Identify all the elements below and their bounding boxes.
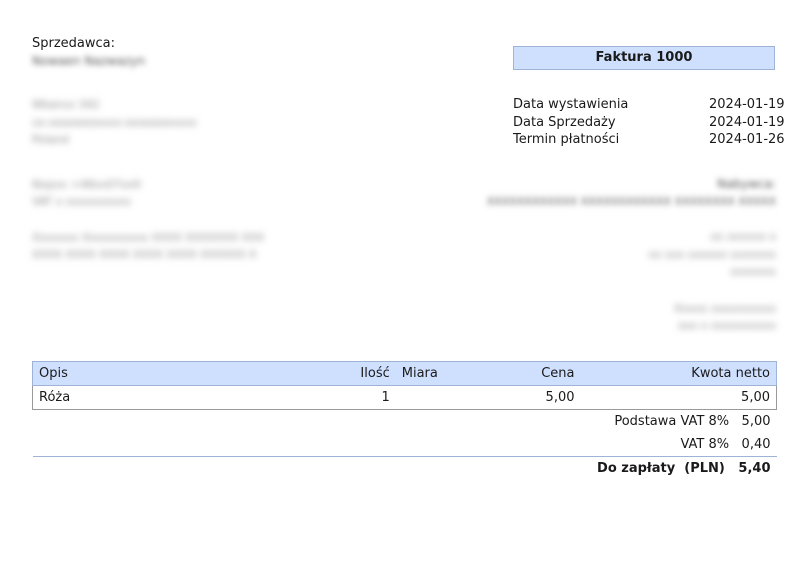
items-table: Opis Ilość Miara Cena Kwota netto Róża 1… [31, 361, 777, 480]
item-ilosc: 1 [341, 385, 396, 410]
seller-contact-line: Nopxx +48xx07xx0 [32, 178, 141, 191]
invoice-title: Faktura 1000 [513, 46, 775, 70]
sale-date-value: 2024-01-19 [709, 115, 785, 130]
vat-base-value: 5,00 [741, 414, 771, 429]
issue-date-label: Data wystawienia [513, 97, 629, 112]
table-header-row: Opis Ilość Miara Cena Kwota netto [31, 361, 777, 386]
buyer-address-line: xx xxx xxxxxx xxxxxxx [648, 248, 776, 261]
buyer-contact-line: Xxxxx xxxxxxxxxx [673, 302, 776, 315]
item-kwota: 5,00 [580, 385, 777, 410]
seller-address-line: Wkanvz 342 [32, 98, 100, 111]
column-header-opis: Opis [31, 361, 342, 386]
total-row: Do zapłaty (PLN) 5,40 [32, 456, 777, 480]
seller-address-line: Poland [32, 133, 69, 146]
seller-name: Nowaen Nazwazyn [32, 54, 146, 68]
column-header-miara: Miara [395, 361, 456, 386]
item-opis: Róża [31, 385, 342, 410]
vat-base-row: Podstawa VAT 8% 5,00 [33, 410, 777, 434]
buyer-label: Nabywca: [717, 177, 776, 191]
total-value: 5,40 [738, 461, 771, 476]
vat-value: 0,40 [741, 437, 771, 452]
buyer-address-line: xx xxxxxx x [710, 230, 776, 243]
buyer-name: XXXXXXXXXXXX XXXXXXXXXXXX XXXXXXXX XXXXX [486, 195, 776, 208]
item-miara [395, 385, 456, 410]
seller-label: Sprzedawca: [32, 36, 116, 51]
item-cena: 5,00 [455, 385, 581, 410]
seller-bank-line: Xxxxxxx Xxxxxxxxxx XXXX XXXXXXX XXX [32, 231, 265, 244]
sale-date-label: Data Sprzedaży [513, 115, 616, 130]
total-label: Do zapłaty (PLN) [597, 461, 725, 476]
seller-contact-line: VAT x xxxxxxxxxx [32, 195, 131, 208]
column-header-ilosc: Ilość [341, 361, 396, 386]
seller-bank-line: XXXX XXXX XXXX XXXX XXXX XXXXXX X [32, 248, 257, 261]
vat-base-label: Podstawa VAT 8% [614, 414, 730, 429]
buyer-contact-line: xxx x xxxxxxxxxx [677, 319, 776, 332]
vat-row: VAT 8% 0,40 [33, 433, 777, 457]
due-date-value: 2024-01-26 [709, 132, 785, 147]
table-row: Róża 1 5,00 5,00 [31, 385, 777, 410]
column-header-kwota: Kwota netto [580, 361, 777, 386]
buyer-address-line: xxxxxxx [730, 265, 776, 278]
seller-address-line: xx-ooooxooxxxx-oxxoooxxxxx [32, 116, 197, 129]
issue-date-value: 2024-01-19 [709, 97, 785, 112]
column-header-cena: Cena [455, 361, 581, 386]
vat-label: VAT 8% [680, 437, 730, 452]
due-date-label: Termin płatności [513, 132, 620, 147]
